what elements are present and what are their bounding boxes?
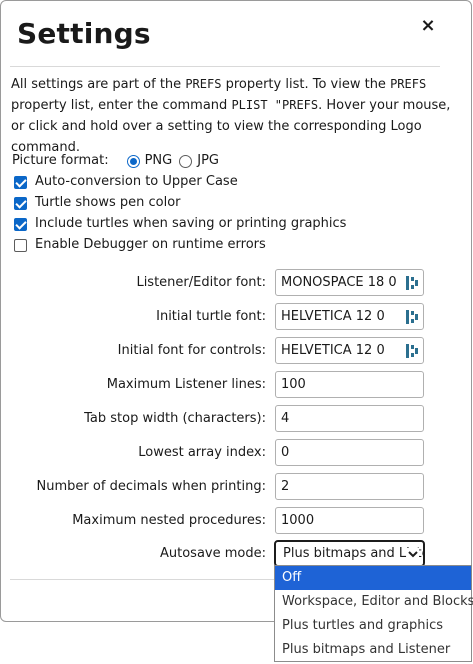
- controls-font-field[interactable]: HELVETICA 12 0: [275, 337, 424, 364]
- font-picker-icon[interactable]: [406, 276, 418, 290]
- turtle-font-field[interactable]: HELVETICA 12 0: [275, 303, 424, 330]
- checkbox-checked[interactable]: [14, 175, 27, 189]
- turtle-font-value: HELVETICA 12 0: [281, 309, 385, 324]
- intro-code-plist: PLIST "PREFS: [231, 98, 319, 112]
- settings-dialog: Settings × All settings are part of the …: [0, 0, 472, 622]
- decimals-input[interactable]: 2: [275, 473, 424, 500]
- checkbox-include-turtles[interactable]: Include turtles when saving or printing …: [14, 214, 346, 234]
- png-radio[interactable]: [126, 154, 140, 168]
- autosave-option-turtles[interactable]: Plus turtles and graphics: [275, 614, 471, 638]
- checkbox-unchecked[interactable]: [14, 238, 27, 252]
- dialog-title: Settings: [17, 17, 151, 50]
- max-nested-input[interactable]: 1000: [275, 507, 424, 534]
- intro-code-prefs: PREFS: [185, 77, 222, 91]
- max-listener-lines-input[interactable]: 100: [275, 371, 424, 398]
- listener-font-field[interactable]: MONOSPACE 18 0: [275, 269, 424, 296]
- close-icon[interactable]: ×: [417, 15, 439, 37]
- checkbox-label[interactable]: Include turtles when saving or printing …: [35, 214, 346, 234]
- jpg-radio-label[interactable]: JPG: [197, 151, 219, 171]
- picture-format-row: Picture format: PNG JPG: [12, 151, 219, 171]
- max-nested-label: Maximum nested procedures:: [72, 513, 266, 528]
- autosave-label: Autosave mode:: [160, 546, 266, 561]
- checkbox-enable-debugger[interactable]: Enable Debugger on runtime errors: [14, 235, 266, 255]
- autosave-select[interactable]: Plus bitmaps and Listener: [274, 540, 425, 567]
- intro-text-part: All settings are part of the: [11, 77, 186, 92]
- tab-stop-label: Tab stop width (characters):: [84, 411, 266, 426]
- autosave-option-workspace[interactable]: Workspace, Editor and Blocks: [275, 590, 473, 614]
- checkbox-auto-upper-case[interactable]: Auto-conversion to Upper Case: [14, 172, 238, 192]
- picture-format-label: Picture format:: [12, 153, 109, 168]
- intro-code-prefs: PREFS: [390, 77, 427, 91]
- autosave-option-bitmaps[interactable]: Plus bitmaps and Listener: [275, 638, 471, 662]
- controls-font-value: HELVETICA 12 0: [281, 343, 385, 358]
- lowest-array-index-label: Lowest array index:: [138, 445, 266, 460]
- png-radio-label[interactable]: PNG: [145, 151, 173, 171]
- font-picker-icon[interactable]: [406, 344, 418, 358]
- lowest-array-index-input[interactable]: 0: [275, 439, 424, 466]
- checkbox-checked[interactable]: [14, 217, 27, 231]
- decimals-label: Number of decimals when printing:: [36, 479, 266, 494]
- turtle-font-label: Initial turtle font:: [156, 309, 266, 324]
- intro-text: All settings are part of the PREFS prope…: [11, 74, 456, 158]
- listener-font-label: Listener/Editor font:: [136, 275, 266, 290]
- checkbox-turtle-pen-color[interactable]: Turtle shows pen color: [14, 193, 181, 213]
- controls-font-label: Initial font for controls:: [117, 343, 266, 358]
- autosave-dropdown-list: Off Workspace, Editor and Blocks Plus tu…: [274, 565, 473, 662]
- jpg-radio[interactable]: [179, 154, 193, 168]
- checkbox-checked[interactable]: [14, 196, 27, 210]
- listener-font-value: MONOSPACE 18 0: [281, 275, 397, 290]
- checkbox-label[interactable]: Turtle shows pen color: [35, 193, 181, 213]
- autosave-option-off[interactable]: Off: [275, 566, 471, 590]
- autosave-current-value: Plus bitmaps and Listener: [283, 546, 423, 561]
- intro-text-part: property list. To view the: [221, 77, 391, 92]
- tab-stop-input[interactable]: 4: [275, 405, 424, 432]
- intro-text-part: property list, enter the command: [11, 98, 232, 113]
- font-picker-icon[interactable]: [406, 310, 418, 324]
- title-divider: [10, 66, 440, 67]
- checkbox-label[interactable]: Enable Debugger on runtime errors: [35, 235, 266, 255]
- chevron-down-icon: [407, 548, 419, 560]
- checkbox-label[interactable]: Auto-conversion to Upper Case: [35, 172, 238, 192]
- max-listener-lines-label: Maximum Listener lines:: [106, 377, 266, 392]
